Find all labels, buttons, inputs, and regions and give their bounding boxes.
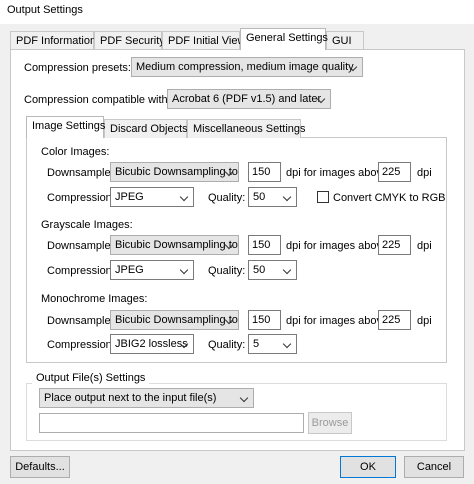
output-location-value: Place output next to the input file(s) xyxy=(44,392,217,404)
output-path-input[interactable] xyxy=(39,413,304,433)
convert-cmyk-checkbox[interactable] xyxy=(317,191,329,203)
monochrome-dpi-label: dpi xyxy=(417,315,432,327)
tab-image-settings[interactable]: Image Settings xyxy=(26,116,106,138)
compatible-select[interactable]: Acrobat 6 (PDF v1.5) and later xyxy=(167,89,331,109)
grayscale-compression-select[interactable]: JPEG xyxy=(110,260,194,280)
color-downsample-value: Bicubic Downsampling to xyxy=(115,166,238,178)
compression-presets-value: Medium compression, medium image quality xyxy=(136,61,354,73)
grayscale-dpi-value: 150 xyxy=(252,239,271,251)
grayscale-images-heading: Grayscale Images: xyxy=(41,219,133,231)
grayscale-quality-label: Quality: xyxy=(208,265,246,277)
color-quality-select[interactable]: 50 xyxy=(248,187,297,207)
color-dpi-above-label: dpi for images above xyxy=(286,167,389,179)
color-dpi-value: 150 xyxy=(252,166,271,178)
tab-label: Miscellaneous Settings xyxy=(193,123,306,135)
color-dpi-label: dpi xyxy=(417,167,432,179)
tab-discard-objects[interactable]: Discard Objects xyxy=(104,119,188,138)
output-location-select[interactable]: Place output next to the input file(s) xyxy=(39,388,254,408)
chevron-down-icon xyxy=(241,395,248,402)
chevron-down-icon xyxy=(226,169,233,176)
chevron-down-icon xyxy=(181,267,188,274)
chevron-down-icon xyxy=(181,194,188,201)
browse-label: Browse xyxy=(311,417,349,429)
color-images-heading: Color Images: xyxy=(41,146,110,158)
chevron-down-icon xyxy=(284,267,291,274)
grayscale-above-input[interactable]: 225 xyxy=(378,235,411,255)
monochrome-downsample-value: Bicubic Downsampling to xyxy=(115,314,238,326)
chevron-down-icon xyxy=(350,64,357,71)
chevron-down-icon xyxy=(318,96,325,103)
monochrome-quality-select[interactable]: 5 xyxy=(248,334,297,354)
grayscale-downsample-select[interactable]: Bicubic Downsampling to xyxy=(110,235,239,255)
color-quality-label: Quality: xyxy=(208,192,246,204)
monochrome-compression-label: Compression: xyxy=(47,339,115,351)
grayscale-downsample-label: Downsample: xyxy=(47,240,114,252)
grayscale-compression-label: Compression: xyxy=(47,265,115,277)
compression-presets-label: Compression presets: xyxy=(24,62,131,74)
monochrome-compression-value: JBIG2 lossless xyxy=(115,338,188,350)
monochrome-quality-value: 5 xyxy=(253,338,260,350)
monochrome-images-heading: Monochrome Images: xyxy=(41,293,148,305)
color-downsample-select[interactable]: Bicubic Downsampling to xyxy=(110,162,239,182)
monochrome-quality-label: Quality: xyxy=(208,339,246,351)
tab-label: Image Settings xyxy=(32,120,106,132)
color-above-value: 225 xyxy=(382,166,401,178)
grayscale-dpi-input[interactable]: 150 xyxy=(248,235,281,255)
convert-cmyk-label: Convert CMYK to RGB xyxy=(333,192,446,204)
chevron-down-icon xyxy=(226,242,233,249)
grayscale-downsample-value: Bicubic Downsampling to xyxy=(115,239,238,251)
grayscale-dpi-above-label: dpi for images above xyxy=(286,240,389,252)
monochrome-above-input[interactable]: 225 xyxy=(378,310,411,330)
chevron-down-icon xyxy=(284,194,291,201)
chevron-down-icon xyxy=(226,317,233,324)
color-dpi-input[interactable]: 150 xyxy=(248,162,281,182)
monochrome-downsample-select[interactable]: Bicubic Downsampling to xyxy=(110,310,239,330)
monochrome-dpi-value: 150 xyxy=(252,314,271,326)
monochrome-compression-select[interactable]: JBIG2 lossless xyxy=(110,334,194,354)
compatible-value: Acrobat 6 (PDF v1.5) and later xyxy=(172,93,322,105)
color-above-input[interactable]: 225 xyxy=(378,162,411,182)
monochrome-dpi-input[interactable]: 150 xyxy=(248,310,281,330)
grayscale-dpi-label: dpi xyxy=(417,240,432,252)
grayscale-quality-select[interactable]: 50 xyxy=(248,260,297,280)
grayscale-quality-value: 50 xyxy=(253,264,266,276)
compatible-label: Compression compatible with: xyxy=(24,94,171,106)
monochrome-above-value: 225 xyxy=(382,314,401,326)
output-settings-legend: Output File(s) Settings xyxy=(32,372,150,384)
tab-miscellaneous-settings[interactable]: Miscellaneous Settings xyxy=(187,119,306,138)
tab-label: Discard Objects xyxy=(110,123,188,135)
color-downsample-label: Downsample: xyxy=(47,167,114,179)
monochrome-dpi-above-label: dpi for images above xyxy=(286,315,389,327)
browse-button[interactable]: Browse xyxy=(308,412,352,434)
color-compression-select[interactable]: JPEG xyxy=(110,187,194,207)
grayscale-above-value: 225 xyxy=(382,239,401,251)
chevron-down-icon xyxy=(181,341,188,348)
color-compression-value: JPEG xyxy=(115,191,144,203)
grayscale-compression-value: JPEG xyxy=(115,264,144,276)
color-compression-label: Compression: xyxy=(47,192,115,204)
color-quality-value: 50 xyxy=(253,191,266,203)
compression-presets-select[interactable]: Medium compression, medium image quality xyxy=(131,57,363,77)
chevron-down-icon xyxy=(284,341,291,348)
monochrome-downsample-label: Downsample: xyxy=(47,315,114,327)
